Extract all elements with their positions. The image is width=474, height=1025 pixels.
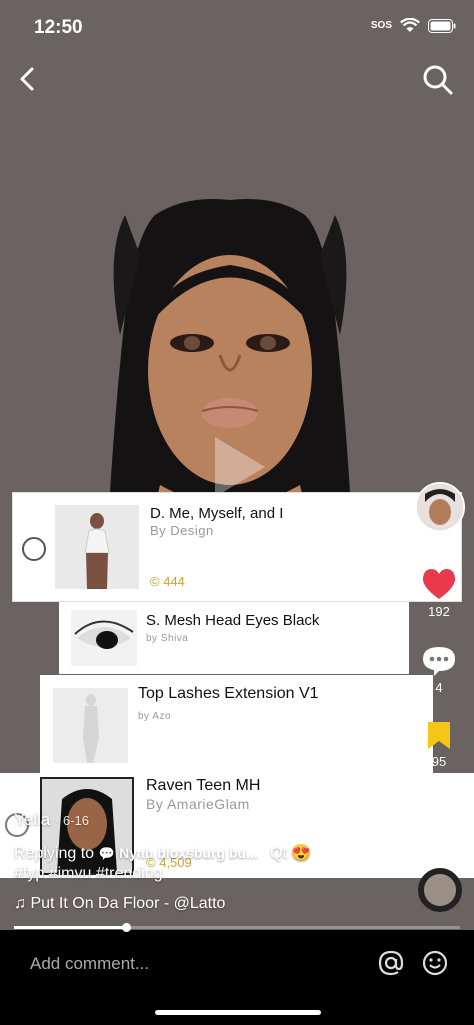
- comment-input[interactable]: Add comment...: [30, 954, 149, 974]
- comment-icon[interactable]: [422, 645, 456, 677]
- home-indicator: [155, 1010, 321, 1015]
- comment-count: 4: [435, 680, 443, 695]
- credits-icon: ©: [150, 574, 160, 589]
- wifi-icon: [400, 18, 420, 32]
- item-card-top-lashes[interactable]: Top Lashes Extension V1 by Azo: [40, 675, 433, 773]
- music-track[interactable]: ♫ Put It On Da Floor - @Latto: [14, 895, 225, 913]
- reply-bubble-icon: 💬: [98, 846, 115, 861]
- status-time: 12:50: [34, 17, 83, 38]
- music-note-icon: ♫: [14, 895, 26, 912]
- item-creator: By AmarieGlam: [146, 796, 250, 812]
- item-title: Top Lashes Extension V1: [138, 685, 319, 702]
- caption-hashtags[interactable]: #fyp #imvu #trending: [14, 865, 163, 883]
- caption-reply: Replying to 💬 Nyah bloxsburg bu... Qt 😍: [14, 845, 312, 862]
- item-title: S. Mesh Head Eyes Black: [146, 612, 320, 629]
- share-count: 16: [431, 828, 447, 843]
- like-count: 192: [428, 604, 450, 619]
- item-creator: By Design: [150, 523, 214, 538]
- caption-username[interactable]: Yella · 6-16: [14, 810, 89, 830]
- item-title: D. Me, Myself, and I: [150, 505, 284, 522]
- item-creator: by Azo: [138, 711, 172, 722]
- search-icon[interactable]: [422, 64, 454, 96]
- select-radio-button[interactable]: [22, 537, 46, 561]
- item-card-mesh-head-eyes[interactable]: S. Mesh Head Eyes Black by Shiva: [59, 602, 409, 674]
- item-thumbnail: [71, 610, 137, 666]
- emoji-icon[interactable]: [422, 950, 448, 976]
- item-card-me-myself-and-i[interactable]: D. Me, Myself, and I By Design © 444: [12, 492, 462, 602]
- item-price: © 444: [150, 574, 185, 589]
- mention-icon[interactable]: [378, 950, 404, 976]
- item-thumbnail: [55, 505, 139, 589]
- item-creator: by Shiva: [146, 633, 189, 644]
- back-arrow-icon[interactable]: [14, 64, 44, 94]
- battery-icon: [428, 18, 456, 33]
- playback-progress-bar[interactable]: [14, 923, 460, 932]
- playback-progress-fill: [14, 926, 126, 929]
- item-title: Raven Teen MH: [146, 777, 261, 794]
- heart-icon[interactable]: [422, 568, 456, 600]
- item-thumbnail: [53, 688, 128, 763]
- status-bar: 12:50 SOS: [0, 0, 474, 54]
- bookmark-icon[interactable]: [426, 720, 452, 750]
- reply-to-user[interactable]: Nyah bloxsburg bu...: [119, 845, 257, 861]
- share-icon[interactable]: [422, 793, 456, 823]
- post-date: 6-16: [62, 813, 89, 828]
- progress-scrubber[interactable]: [121, 923, 131, 932]
- sos-indicator: SOS: [370, 20, 392, 31]
- music-disc-icon[interactable]: [418, 868, 462, 912]
- save-count: 95: [431, 754, 447, 769]
- creator-avatar[interactable]: [415, 482, 465, 532]
